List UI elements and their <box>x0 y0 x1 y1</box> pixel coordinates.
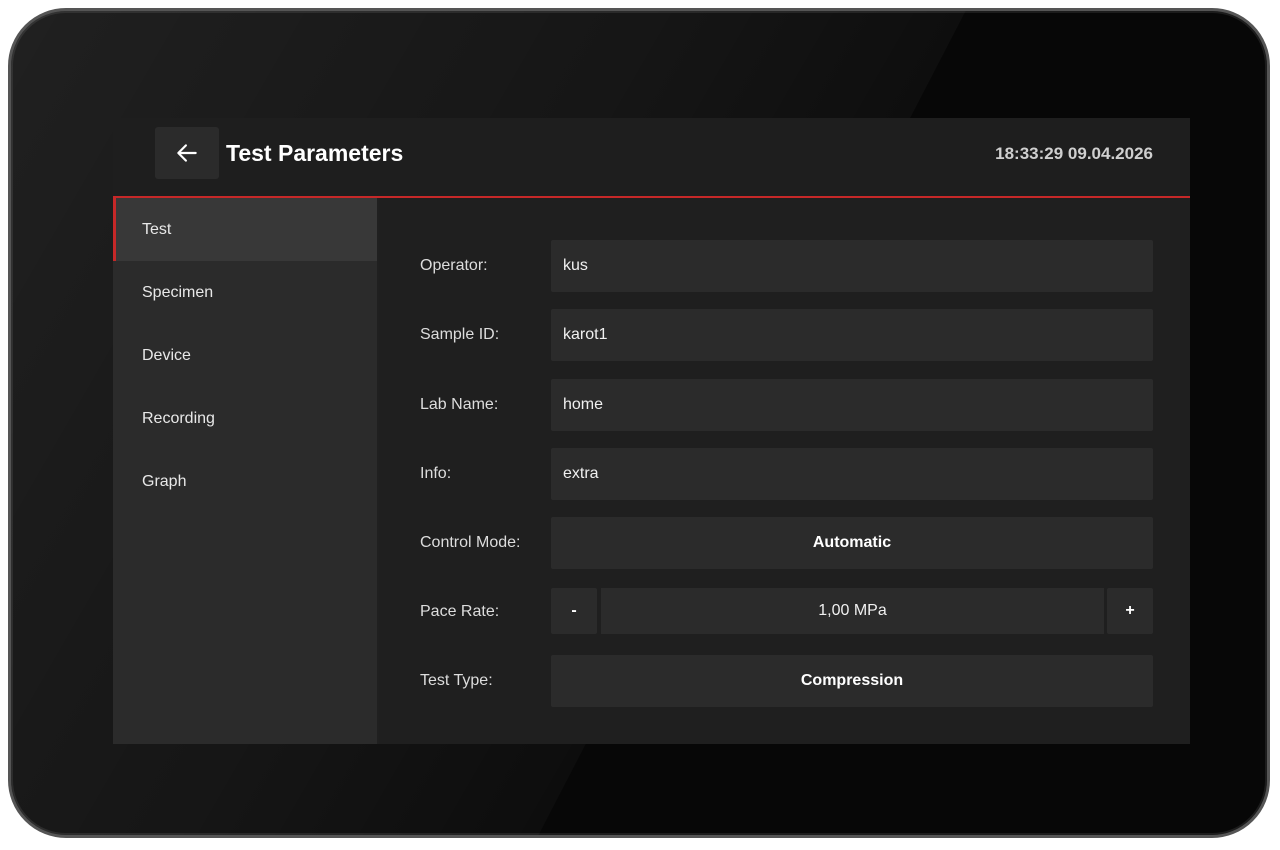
pace-rate-label: Pace Rate: <box>420 603 500 620</box>
control-mode-row: Control Mode: Automatic <box>379 517 1190 569</box>
test-type-label: Test Type: <box>420 672 493 689</box>
sidebar-item-recording[interactable]: Recording <box>113 387 377 450</box>
datetime-display: 18:33:29 09.04.2026 <box>995 144 1153 163</box>
sidebar-item-label: Graph <box>142 473 187 490</box>
lab-name-field[interactable]: home <box>551 379 1153 431</box>
test-type-row: Test Type: Compression <box>379 655 1190 707</box>
page-title: Test Parameters <box>226 140 404 166</box>
sidebar: Test Specimen Device Recording Graph <box>113 198 377 744</box>
lab-name-label: Lab Name: <box>420 396 499 413</box>
test-type-button[interactable]: Compression <box>551 655 1153 707</box>
pace-rate-increment-button[interactable]: + <box>1107 588 1153 634</box>
info-row: Info: extra <box>379 448 1190 500</box>
sample-id-row: Sample ID: karot1 <box>379 309 1190 361</box>
operator-field[interactable]: kus <box>551 240 1153 292</box>
sidebar-item-label: Recording <box>142 410 215 427</box>
form-panel: Operator: kus Sample ID: karot1 Lab Name… <box>379 198 1190 744</box>
sample-id-label: Sample ID: <box>420 326 500 343</box>
operator-row: Operator: kus <box>379 240 1190 292</box>
sample-id-field[interactable]: karot1 <box>551 309 1153 361</box>
pace-rate-row: Pace Rate: - 1,00 MPa + <box>379 586 1190 638</box>
back-button[interactable] <box>155 127 219 179</box>
sidebar-item-label: Device <box>142 347 191 364</box>
sidebar-item-device[interactable]: Device <box>113 324 377 387</box>
pace-rate-decrement-button[interactable]: - <box>551 588 597 634</box>
control-mode-label: Control Mode: <box>420 534 521 551</box>
sidebar-item-specimen[interactable]: Specimen <box>113 261 377 324</box>
sidebar-item-label: Test <box>142 221 172 238</box>
arrow-left-icon <box>177 144 197 162</box>
sidebar-item-label: Specimen <box>142 284 214 301</box>
tablet-frame: Test Parameters 18:33:29 09.04.2026 Test… <box>8 8 1270 838</box>
control-mode-button[interactable]: Automatic <box>551 517 1153 569</box>
app-screen: Test Parameters 18:33:29 09.04.2026 Test… <box>113 118 1190 744</box>
operator-label: Operator: <box>420 257 488 274</box>
pace-rate-value: 1,00 MPa <box>601 588 1104 634</box>
sidebar-item-graph[interactable]: Graph <box>113 450 377 513</box>
lab-name-row: Lab Name: home <box>379 379 1190 431</box>
info-field[interactable]: extra <box>551 448 1153 500</box>
sidebar-item-test[interactable]: Test <box>113 198 377 261</box>
header-bar: Test Parameters 18:33:29 09.04.2026 <box>113 118 1190 198</box>
info-label: Info: <box>420 465 452 482</box>
